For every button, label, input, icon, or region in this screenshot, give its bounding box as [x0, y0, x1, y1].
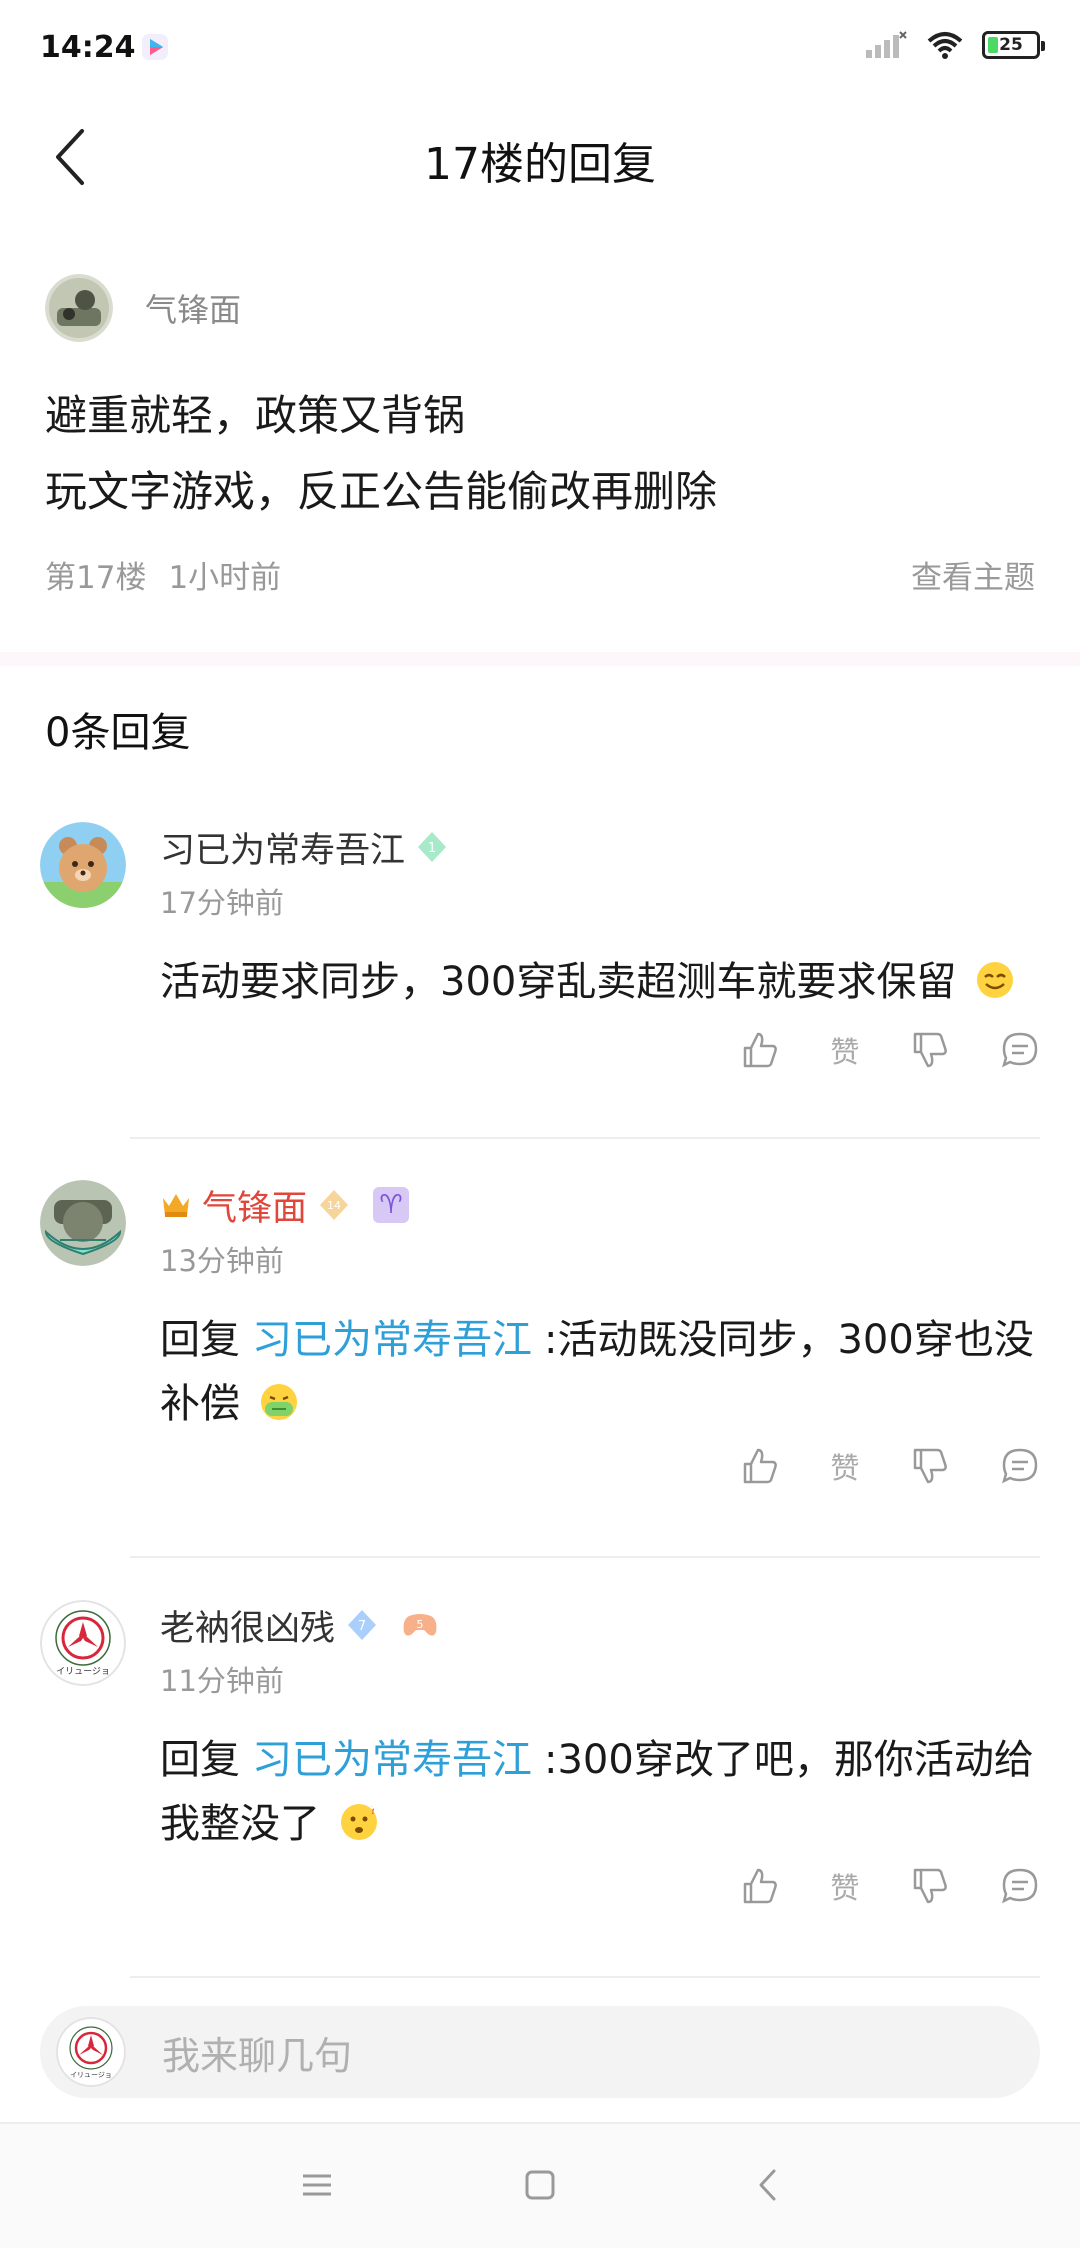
- back-arrow-icon: [759, 2169, 776, 2201]
- reply-text: 回复 习已为常寿吾江:300穿改了吧，那你活动给我整没了 ?: [160, 1728, 1040, 1856]
- status-time: 14:24: [40, 30, 136, 65]
- status-icons: 25: [864, 30, 1045, 60]
- menu-button[interactable]: [287, 2160, 347, 2210]
- comment-icon[interactable]: [1000, 1866, 1040, 1906]
- thumbs-down-icon[interactable]: [910, 1866, 950, 1906]
- page-title: 17楼的回复: [424, 139, 656, 190]
- svg-text:?: ?: [370, 1803, 376, 1817]
- level-badge-icon: 7: [345, 1608, 379, 1642]
- zodiac-aries-icon: ♈: [373, 1187, 410, 1223]
- level-badge-icon: 1: [415, 830, 449, 864]
- status-bar: 14:24 25: [0, 0, 1080, 100]
- section-divider: [0, 652, 1080, 666]
- system-nav-bar: [0, 2122, 1080, 2248]
- reply-time: 13分钟前: [160, 1244, 284, 1278]
- thumbs-up-icon[interactable]: [740, 1030, 780, 1070]
- like-label[interactable]: 赞: [830, 1865, 859, 1907]
- reply-text: 活动要求同步，300穿乱卖超测车就要求保留: [160, 950, 1040, 1014]
- op-author-name[interactable]: 气锋面: [145, 285, 241, 331]
- reply-author-name[interactable]: 气锋面: [202, 1180, 307, 1231]
- signal-icon: [866, 31, 907, 58]
- reply-actions: 赞: [740, 1020, 1040, 1080]
- reply-avatar[interactable]: [40, 1180, 126, 1266]
- reply-prefix: 回复: [160, 1317, 240, 1363]
- original-post: 气锋面 避重就轻，政策又背锅 玩文字游戏，反正公告能偷改再删除 第17楼 1小时前…: [45, 270, 1035, 597]
- op-floor: 第17楼: [45, 560, 147, 596]
- game-badge-icon: 5: [401, 1610, 439, 1640]
- reply-count: 0条回复: [45, 710, 191, 756]
- level-badge-icon: 14: [317, 1188, 351, 1222]
- svg-text:5: 5: [417, 1618, 424, 1631]
- battery-level: 25: [999, 35, 1023, 55]
- mention-link[interactable]: 习已为常寿吾江: [252, 1737, 532, 1783]
- comment-input[interactable]: イリュージョ 我来聊几句: [40, 2006, 1040, 2098]
- thumbs-down-icon[interactable]: [910, 1030, 950, 1070]
- svg-text:14: 14: [327, 1199, 341, 1212]
- reply-avatar[interactable]: イリュージョ: [40, 1600, 126, 1686]
- like-label[interactable]: 赞: [830, 1445, 859, 1487]
- comment-input-placeholder: 我来聊几句: [162, 2033, 353, 2078]
- reply-author-name[interactable]: 习已为常寿吾江: [160, 822, 405, 873]
- thumbs-down-icon[interactable]: [910, 1446, 950, 1486]
- comment-input-bar: イリュージョ 我来聊几句: [0, 1990, 1080, 2122]
- like-label[interactable]: 赞: [830, 1029, 859, 1071]
- op-meta: 第17楼 1小时前 查看主题: [45, 552, 1035, 597]
- mention-link[interactable]: 习已为常寿吾江: [252, 1317, 532, 1363]
- page-header: 17楼的回复: [0, 100, 1080, 220]
- smile-emoji-icon: [977, 962, 1014, 998]
- thumbs-up-icon[interactable]: [740, 1866, 780, 1906]
- op-line: 避重就轻，政策又背锅: [45, 391, 466, 440]
- crown-icon: [163, 1194, 189, 1217]
- view-topic-link[interactable]: 查看主题: [911, 552, 1035, 597]
- home-square-icon: [525, 2170, 555, 2200]
- wifi-icon: [927, 32, 963, 59]
- reply-text-body: 活动要求同步，300穿乱卖超测车就要求保留: [160, 959, 957, 1005]
- op-avatar[interactable]: [45, 274, 113, 342]
- reply-author-name[interactable]: 老衲很凶残: [160, 1600, 335, 1651]
- battery-icon: 25: [982, 31, 1045, 59]
- svg-text:イリュージョ: イリュージョ: [56, 1667, 110, 1677]
- app-play-icon: [142, 34, 168, 60]
- reply-time: 11分钟前: [160, 1664, 284, 1698]
- op-author-row[interactable]: 气锋面: [45, 270, 1035, 346]
- reply-separator: [130, 1976, 1040, 1978]
- home-button[interactable]: [510, 2160, 570, 2210]
- svg-text:イリュージョ: イリュージョ: [70, 2071, 112, 2079]
- svg-text:1: 1: [428, 841, 436, 856]
- reply-separator: [130, 1556, 1040, 1558]
- thinking-emoji-icon: ?: [340, 1803, 377, 1840]
- reply-actions: 赞: [740, 1856, 1040, 1916]
- comment-icon[interactable]: [1000, 1030, 1040, 1070]
- reply-separator: [130, 1137, 1040, 1139]
- op-line: 玩文字游戏，反正公告能偷改再删除: [45, 467, 718, 516]
- my-avatar: イリュージョ: [56, 2017, 126, 2087]
- reply-actions: 赞: [740, 1436, 1040, 1496]
- sick-emoji-icon: [260, 1384, 297, 1420]
- menu-icon: [303, 2174, 331, 2196]
- svg-text:7: 7: [358, 1619, 366, 1634]
- thumbs-up-icon[interactable]: [740, 1446, 780, 1486]
- op-content: 避重就轻，政策又背锅 玩文字游戏，反正公告能偷改再删除: [45, 378, 1035, 530]
- reply-time: 17分钟前: [160, 886, 284, 920]
- reply-text: 回复 习已为常寿吾江:活动既没同步，300穿也没补偿: [160, 1308, 1040, 1436]
- comment-icon[interactable]: [1000, 1446, 1040, 1486]
- op-time: 1小时前: [168, 560, 282, 596]
- nav-back-button[interactable]: [738, 2160, 798, 2210]
- reply-prefix: 回复: [160, 1737, 240, 1783]
- reply-avatar[interactable]: [40, 822, 126, 908]
